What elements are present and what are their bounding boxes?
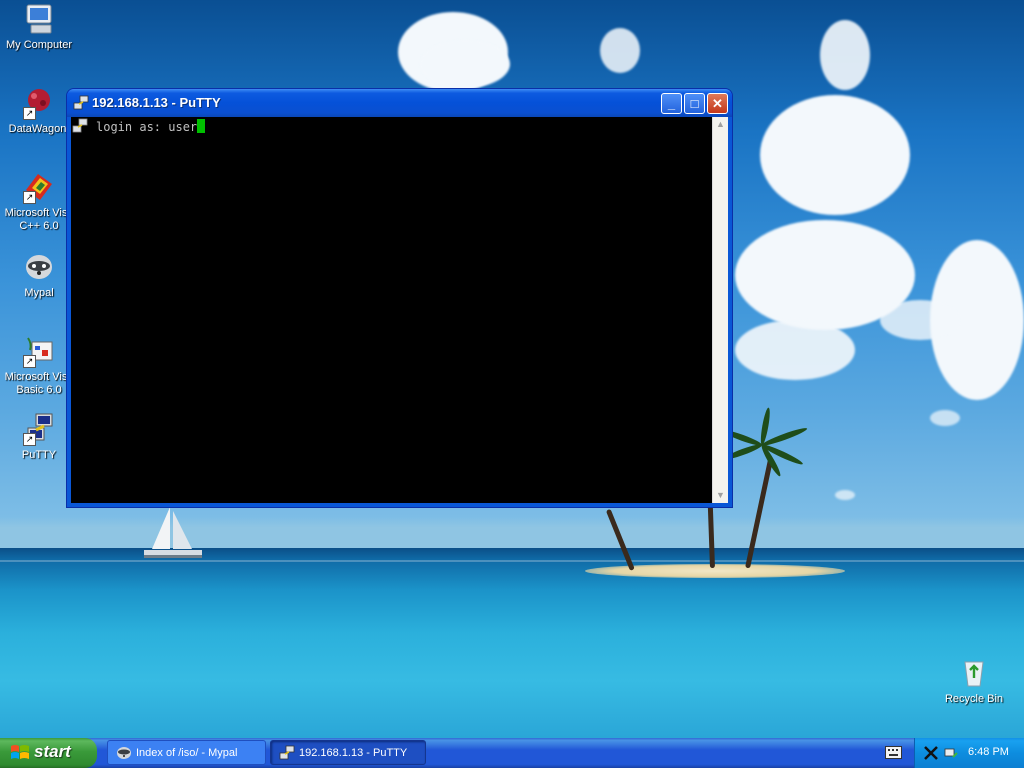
putty-icon [72,118,88,134]
taskbar: start Index of /iso/ - Mypal 192.168.1.1… [0,738,1024,768]
maximize-icon: □ [690,96,699,111]
login-input[interactable]: user [168,120,197,134]
taskbar-item-label: 192.168.1.13 - PuTTY [299,747,408,759]
x-server-icon[interactable] [923,745,939,761]
taskbar-item-putty[interactable]: 192.168.1.13 - PuTTY [270,740,426,765]
shortcut-arrow-icon: ↗ [23,355,36,368]
putty-icon[interactable] [73,95,89,111]
shortcut-arrow-icon: ↗ [23,433,36,446]
datawagon-icon: ↗ [22,86,56,120]
mypal-icon [116,745,132,761]
system-tray: 6:48 PM [914,738,1024,768]
scroll-up-button[interactable]: ▲ [713,117,728,132]
windows-logo-icon [10,744,30,762]
my-computer-icon [22,2,56,36]
scroll-down-arrow-icon: ▼ [716,490,725,500]
shortcut-arrow-icon: ↗ [23,191,36,204]
scroll-down-button[interactable]: ▼ [713,488,728,503]
cloud [930,410,960,426]
recycle-bin-icon [957,656,991,690]
putty-icon [279,745,295,761]
desktop-icon-label: Recycle Bin [944,693,1004,705]
cloud [760,95,910,215]
sand-island [585,564,845,578]
putty-icon: ↗ [22,412,56,446]
login-prompt: login as: [96,120,169,134]
window-title: 192.168.1.13 - PuTTY [92,95,221,110]
cloud [420,40,510,88]
sea [0,548,1024,738]
start-button[interactable]: start [0,738,97,768]
cloud [820,20,870,90]
cloud [735,320,855,380]
text-cursor [197,119,206,133]
cloud [835,490,855,500]
visual-basic-icon: ↗ [22,334,56,368]
minimize-icon: _ [667,96,676,111]
minimize-button[interactable]: _ [661,93,682,114]
network-icon[interactable] [943,745,959,761]
start-label: start [34,742,71,761]
vertical-scrollbar[interactable]: ▲ ▼ [712,117,728,503]
desktop-icon-label: My Computer [5,39,73,51]
terminal-client-area[interactable]: login as: user ▲ ▼ [71,117,728,503]
shortcut-arrow-icon: ↗ [23,107,36,120]
clock[interactable]: 6:48 PM [968,746,1009,758]
terminal-line: login as: user [96,119,206,134]
mypal-icon [22,250,56,284]
putty-window[interactable]: 192.168.1.13 - PuTTY _ □ ✕ login as: use… [67,89,732,507]
close-button[interactable]: ✕ [707,93,728,114]
horizon-line [0,560,1024,562]
window-titlebar[interactable]: 192.168.1.13 - PuTTY _ □ ✕ [67,89,732,117]
keyboard-icon[interactable] [885,746,902,759]
desktop-icon-my-computer[interactable]: My Computer [0,2,78,52]
visual-cpp-icon: ↗ [22,170,56,204]
cloud [600,28,640,73]
taskbar-item-label: Index of /iso/ - Mypal [136,747,238,759]
terminal-screen[interactable]: login as: user [71,117,712,503]
sailboat [144,507,202,558]
taskbar-item-mypal[interactable]: Index of /iso/ - Mypal [107,740,266,765]
desktop-icon-recycle-bin[interactable]: Recycle Bin [935,656,1013,706]
close-icon: ✕ [712,96,723,111]
cloud [880,300,960,340]
scroll-up-arrow-icon: ▲ [716,119,725,129]
maximize-button[interactable]: □ [684,93,705,114]
